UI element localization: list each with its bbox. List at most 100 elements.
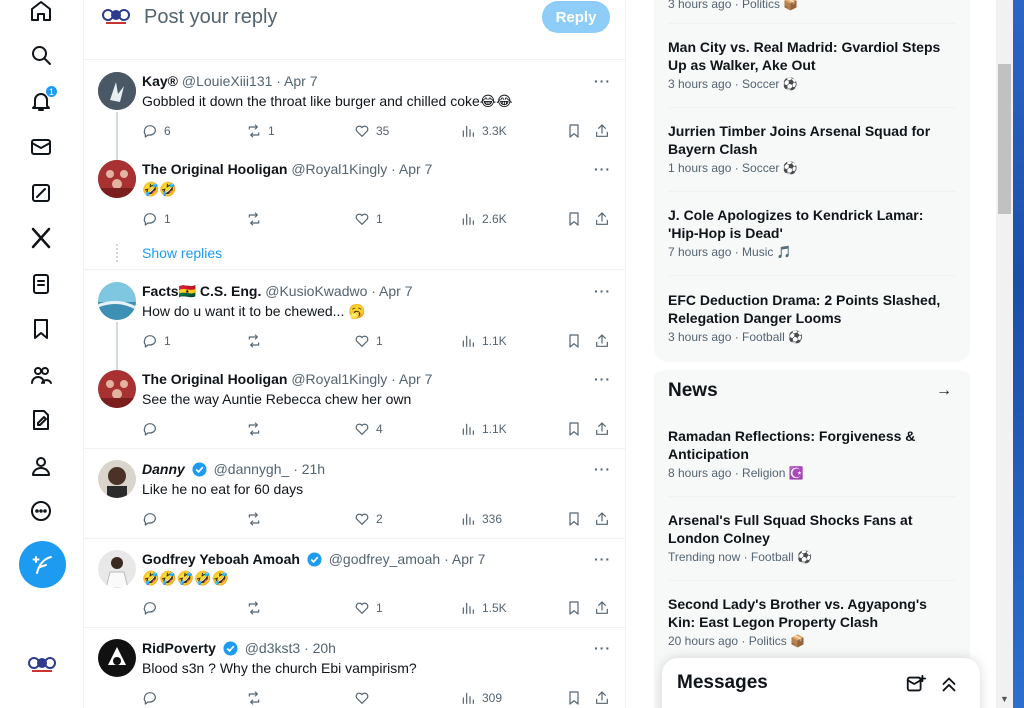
like-action[interactable]: 35	[354, 121, 389, 141]
avatar[interactable]	[98, 460, 136, 498]
more-options-icon[interactable]: ···	[594, 640, 611, 656]
timestamp[interactable]: · Apr 7	[444, 551, 485, 567]
author-handle[interactable]: @godfrey_amoah	[329, 551, 441, 567]
scrollbar-thumb[interactable]	[998, 64, 1011, 214]
timestamp[interactable]: · 21h	[293, 461, 325, 477]
reply-tweet[interactable]: Danny @dannygh_ · 21h ··· Like he no eat…	[84, 449, 625, 539]
bookmark-action[interactable]	[566, 509, 582, 529]
more-options-icon[interactable]: ···	[594, 551, 611, 567]
like-action[interactable]	[354, 688, 376, 708]
trend-item[interactable]: Man City vs. Real Madrid: Gvardiol Steps…	[668, 38, 956, 91]
reply-action[interactable]: 1	[142, 209, 171, 229]
share-action[interactable]	[594, 688, 610, 708]
post-button[interactable]	[19, 541, 66, 588]
verified-orgs-icon[interactable]	[28, 407, 54, 433]
author-name[interactable]: The Original Hooligan	[142, 161, 287, 177]
chevrons-up-icon[interactable]	[938, 673, 960, 695]
grok-icon[interactable]	[28, 180, 54, 206]
repost-action[interactable]	[246, 209, 268, 229]
reply-tweet[interactable]: Kay® @LouieXiii131 · Apr 7 ··· Gobbled i…	[84, 60, 625, 148]
more-options-icon[interactable]: ···	[594, 461, 611, 477]
views-action[interactable]: 309	[460, 688, 502, 708]
communities-icon[interactable]	[28, 362, 54, 388]
arrow-right-icon[interactable]: →	[936, 382, 952, 400]
timestamp[interactable]: · Apr 7	[391, 161, 432, 177]
author-handle[interactable]: @LouieXiii131	[182, 73, 273, 89]
like-action[interactable]: 1	[354, 598, 383, 618]
timestamp[interactable]: · 20h	[304, 640, 336, 656]
reply-action[interactable]	[142, 419, 164, 439]
lists-icon[interactable]	[28, 271, 54, 297]
bookmark-action[interactable]	[566, 419, 582, 439]
news-heading[interactable]: News	[668, 380, 718, 402]
reply-input[interactable]: Post your reply	[144, 6, 277, 29]
views-action[interactable]: 2.6K	[460, 209, 507, 229]
reply-action[interactable]: 6	[142, 121, 171, 141]
avatar[interactable]	[98, 370, 136, 408]
repost-action[interactable]	[246, 598, 268, 618]
share-action[interactable]	[594, 419, 610, 439]
show-replies-link[interactable]: Show replies	[142, 245, 222, 261]
repost-action[interactable]	[246, 688, 268, 708]
author-handle[interactable]: @dannygh_	[214, 461, 290, 477]
trend-item[interactable]: J. Cole Apologizes to Kendrick Lamar: 'H…	[668, 206, 956, 259]
reply-tweet[interactable]: The Original Hooligan @Royal1Kingly · Ap…	[84, 358, 625, 449]
views-action[interactable]: 1.5K	[460, 598, 507, 618]
trend-item[interactable]: EFC Deduction Drama: 2 Points Slashed, R…	[668, 291, 956, 344]
timestamp[interactable]: · Apr 7	[276, 73, 317, 89]
author-handle[interactable]: @Royal1Kingly	[291, 161, 387, 177]
trend-item[interactable]: 3 hours ago · Politics 📦	[668, 0, 956, 11]
timestamp[interactable]: · Apr 7	[371, 283, 412, 299]
repost-action[interactable]: 1	[246, 121, 275, 141]
bookmark-action[interactable]	[566, 121, 582, 141]
bookmarks-icon[interactable]	[28, 316, 54, 342]
reply-action[interactable]: 1	[142, 331, 171, 351]
author-name[interactable]: Kay®	[142, 73, 178, 89]
more-options-icon[interactable]: ···	[594, 371, 611, 387]
x-premium-icon[interactable]	[28, 225, 54, 251]
avatar[interactable]	[98, 282, 136, 320]
trend-item[interactable]: Jurrien Timber Joins Arsenal Squad for B…	[668, 122, 956, 175]
more-options-icon[interactable]: ···	[594, 161, 611, 177]
author-name[interactable]: RidPoverty	[142, 640, 216, 656]
views-action[interactable]: 1.1K	[460, 419, 507, 439]
timestamp[interactable]: · Apr 7	[391, 371, 432, 387]
messages-icon[interactable]	[28, 134, 54, 160]
author-handle[interactable]: @d3kst3	[245, 640, 300, 656]
author-name[interactable]: Danny	[142, 461, 185, 477]
scroll-down-arrow-icon[interactable]: ▼	[1000, 694, 1009, 704]
reply-tweet[interactable]: Godfrey Yeboah Amoah @godfrey_amoah · Ap…	[84, 539, 625, 628]
new-message-icon[interactable]	[905, 673, 927, 695]
like-action[interactable]: 2	[354, 509, 383, 529]
home-icon[interactable]	[28, 0, 54, 24]
news-item[interactable]: Arsenal's Full Squad Shocks Fans at Lond…	[668, 511, 956, 564]
avatar[interactable]	[98, 550, 136, 588]
views-action[interactable]: 3.3K	[460, 121, 507, 141]
share-action[interactable]	[594, 209, 610, 229]
bookmark-action[interactable]	[566, 331, 582, 351]
reply-button[interactable]: Reply	[542, 1, 610, 33]
share-action[interactable]	[594, 509, 610, 529]
account-avatar[interactable]	[26, 656, 58, 674]
avatar[interactable]	[98, 72, 136, 110]
page-scrollbar[interactable]: ▼	[996, 0, 1013, 708]
profile-icon[interactable]	[28, 453, 54, 479]
author-name[interactable]: The Original Hooligan	[142, 371, 287, 387]
bookmark-action[interactable]	[566, 209, 582, 229]
reply-tweet[interactable]: RidPoverty @d3kst3 · 20h ··· Blood s3n ?…	[84, 628, 625, 708]
views-action[interactable]: 336	[460, 509, 502, 529]
reply-action[interactable]	[142, 509, 164, 529]
reply-action[interactable]	[142, 688, 164, 708]
author-handle[interactable]: @Royal1Kingly	[291, 371, 387, 387]
like-action[interactable]: 4	[354, 419, 383, 439]
bookmark-action[interactable]	[566, 598, 582, 618]
messages-drawer[interactable]: Messages	[662, 658, 980, 708]
repost-action[interactable]	[246, 419, 268, 439]
more-options-icon[interactable]: ···	[594, 283, 611, 299]
more-icon[interactable]	[28, 498, 54, 524]
avatar[interactable]	[98, 160, 136, 198]
share-action[interactable]	[594, 331, 610, 351]
repost-action[interactable]	[246, 331, 268, 351]
reply-action[interactable]	[142, 598, 164, 618]
avatar[interactable]	[98, 639, 136, 677]
